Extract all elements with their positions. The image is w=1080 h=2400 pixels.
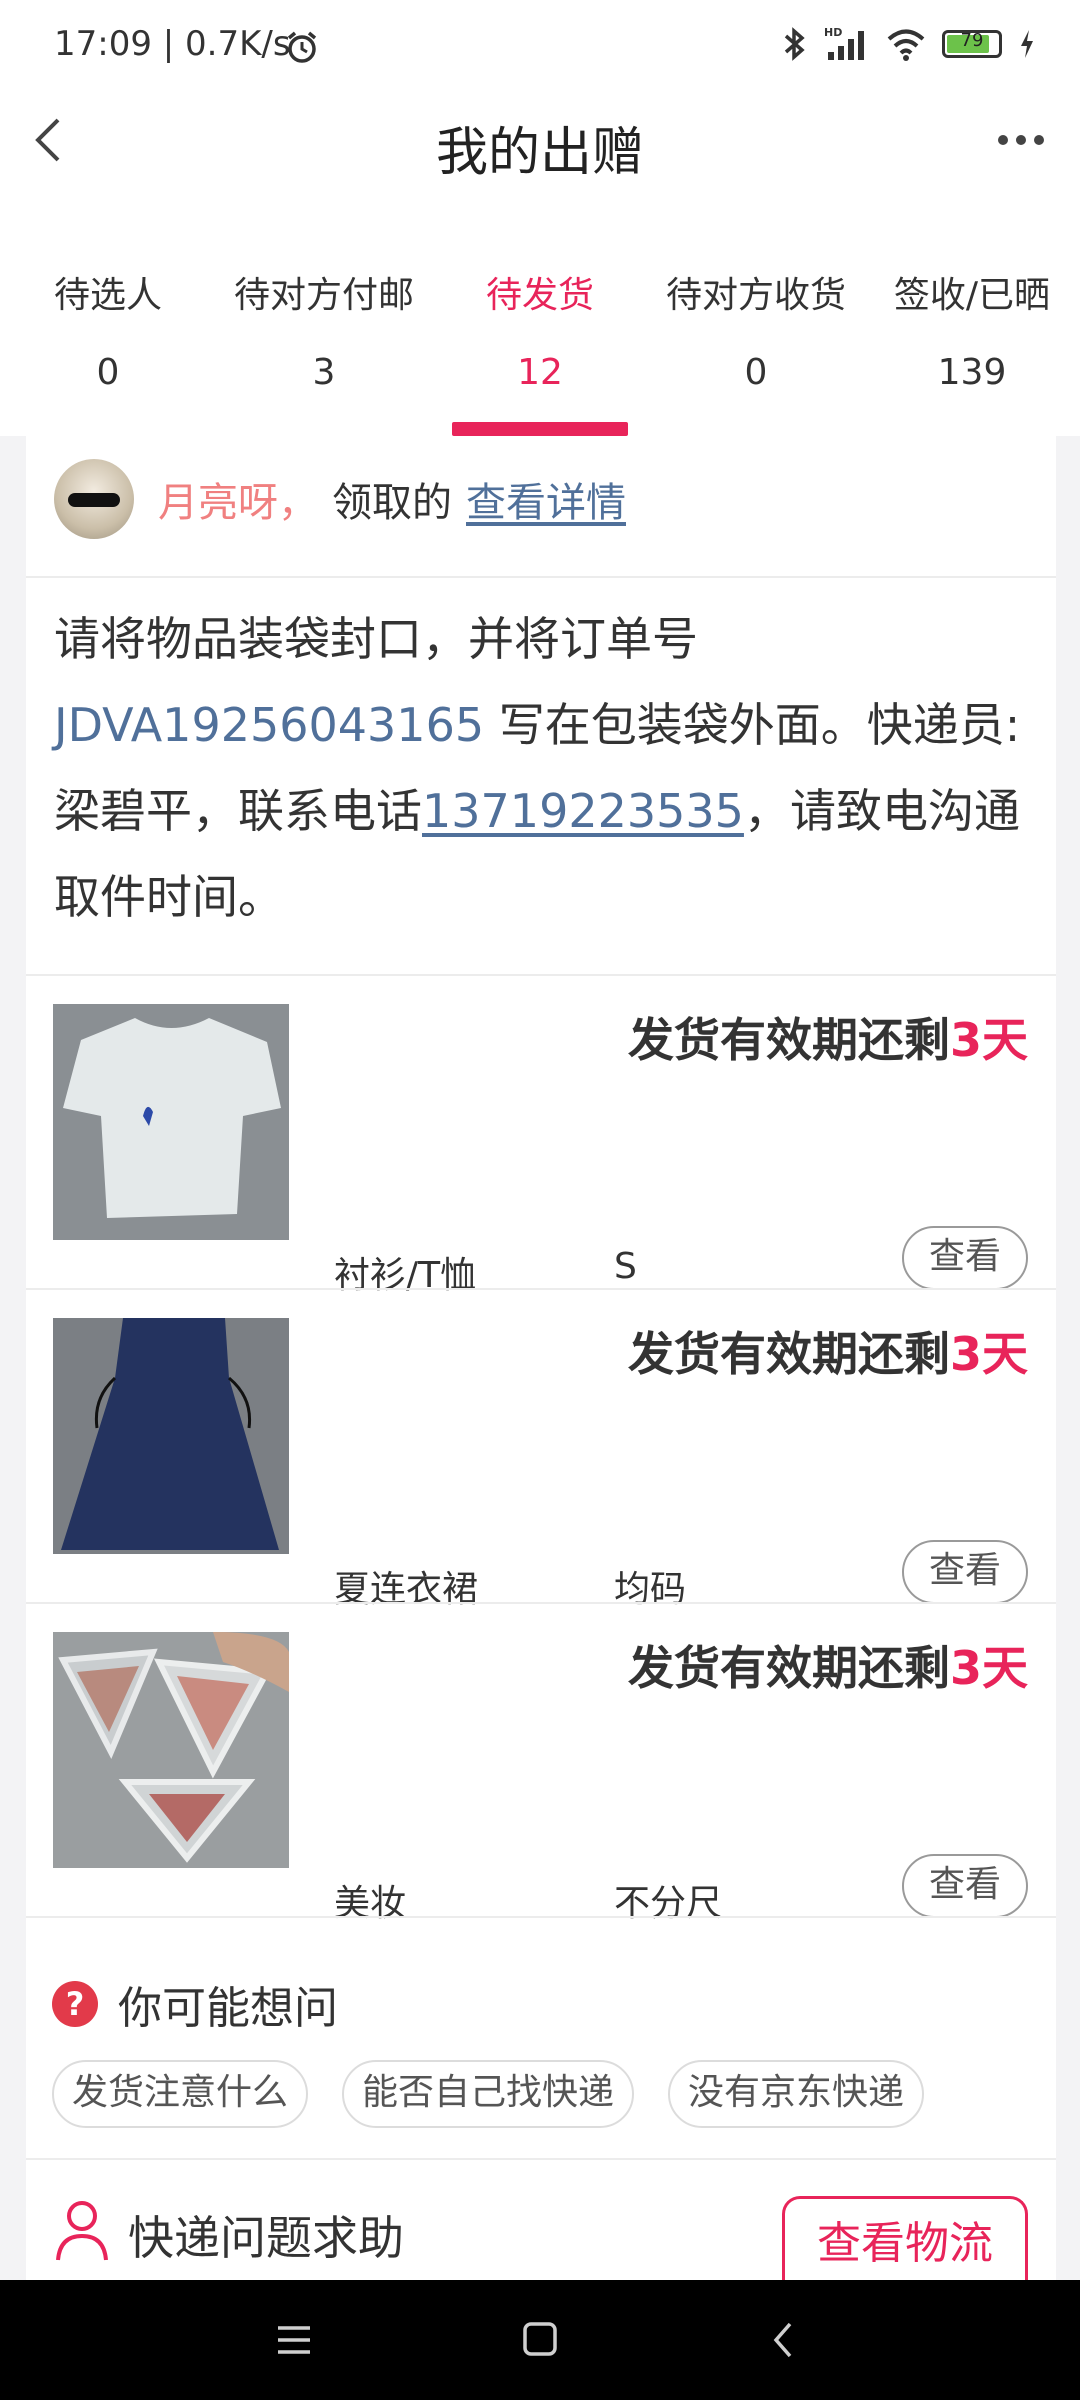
instruction-text: 请将物品装袋封口，并将订单号 [54,612,698,666]
order-card: 月亮呀， 领取的 查看详情 请将物品装袋封口，并将订单号 JDVA1925604… [26,436,1056,2286]
status-tabs: 待选人 0 待对方付邮 3 待发货 12 待对方收货 0 签收/已晒 139 [0,250,1080,436]
person-icon [56,2201,108,2261]
deadline-days: 3天 [949,1327,1028,1381]
courier-help-row: 快递问题求助 查看物流 [26,2196,1056,2286]
charging-icon [1021,30,1033,58]
page-title: 我的出赠 [435,123,644,183]
faq-section-title: ? 你可能想问 [52,1972,338,2036]
tab-pending-receive[interactable]: 待对方收货 0 [648,250,864,436]
more-button[interactable] [986,110,1056,170]
deadline-text: 发货有效期还剩 [627,1641,950,1695]
active-tab-indicator [452,422,628,436]
faq-chip[interactable]: 发货注意什么 [52,2060,309,2128]
tab-label: 待对方收货 [665,275,846,316]
more-dot [1034,135,1044,145]
status-bar: 17:09 | 0.7K/s HD 79 [0,0,1080,96]
courier-phone-link[interactable]: 13719223535 [422,784,744,838]
faq-chips: 发货注意什么 能否自己找快递 没有京东快递 [52,2060,925,2128]
gift-item: 发货有效期还剩3天 美妆 不分尺 查看 [26,1604,1056,1924]
tab-count: 12 [517,352,563,393]
back-nav-icon[interactable] [754,2314,814,2366]
tab-pending-select[interactable]: 待选人 0 [0,250,216,436]
faq-chip[interactable]: 没有京东快递 [668,2060,925,2128]
divider [26,1916,1056,1918]
more-dot [998,135,1008,145]
bluetooth-icon [784,27,805,61]
order-number: JDVA19256043165 [54,698,485,752]
ship-deadline: 发货有效期还剩3天 [628,1318,1028,1384]
tab-count: 139 [937,352,1007,393]
status-time: 17:09 | 0.7K/s [54,24,291,64]
svg-text:HD: HD [824,26,842,39]
view-logistics-button[interactable]: 查看物流 [782,2196,1028,2286]
wifi-icon [887,29,925,61]
white-tshirt-photo [53,1004,289,1240]
tab-count: 0 [744,352,768,393]
deadline-text: 发货有效期还剩 [627,1327,950,1381]
deadline-days: 3天 [949,1641,1028,1695]
deadline-days: 3天 [949,1013,1028,1067]
more-dot [1016,135,1026,145]
home-icon[interactable] [510,2314,570,2366]
ship-deadline: 发货有效期还剩3天 [628,1632,1028,1698]
item-size: 不分尺 [614,1883,723,1924]
divider [26,576,1056,578]
battery-icon: 79 [942,30,1002,58]
battery-level: 79 [960,30,984,51]
tab-pending-postage[interactable]: 待对方付邮 3 [216,250,432,436]
tab-label: 待选人 [53,275,162,316]
tab-count: 0 [96,352,120,393]
gift-item: 发货有效期还剩3天 夏连衣裙 均码 查看 [26,1290,1056,1610]
gift-item: 发货有效期还剩3天 衬衫/T恤 S 查看 [26,976,1056,1296]
recipient-row: 月亮呀， 领取的 查看详情 [54,454,626,544]
blush-palette-photo [53,1632,289,1868]
system-nav-bar [0,2280,1080,2400]
navy-dress-photo [53,1318,289,1554]
tab-label: 待对方付邮 [233,275,414,316]
tab-count: 3 [312,352,336,393]
item-size: S [614,1246,637,1287]
item-category: 美妆 [334,1883,407,1924]
view-item-button[interactable]: 查看 [902,1854,1028,1918]
tab-label: 待发货 [485,275,594,316]
ship-deadline: 发货有效期还剩3天 [628,1004,1028,1070]
recipient-action-text: 领取的 [332,480,452,526]
view-item-button[interactable]: 查看 [902,1226,1028,1290]
shipping-instructions: 请将物品装袋封口，并将订单号 JDVA19256043165 写在包装袋外面。快… [54,596,1034,940]
view-details-link[interactable]: 查看详情 [466,470,626,528]
tab-pending-ship[interactable]: 待发货 12 [432,250,648,436]
tab-received-shared[interactable]: 签收/已晒 139 [864,250,1080,436]
tab-label: 签收/已晒 [893,275,1051,316]
avatar[interactable] [54,459,134,539]
faq-chip[interactable]: 能否自己找快递 [342,2060,635,2128]
status-icons: HD 79 [782,26,1036,62]
question-icon: ? [52,1981,98,2027]
alarm-icon [287,31,317,63]
sunglasses-icon [68,493,120,507]
courier-help-label[interactable]: 快递问题求助 [128,2202,404,2268]
divider [26,2158,1056,2160]
deadline-text: 发货有效期还剩 [627,1013,950,1067]
menu-icon[interactable] [264,2314,324,2366]
view-item-button[interactable]: 查看 [902,1540,1028,1604]
faq-title-text: 你可能想问 [118,1983,338,2034]
signal-icon: HD [824,26,864,60]
recipient-name[interactable]: 月亮呀， [158,470,318,528]
